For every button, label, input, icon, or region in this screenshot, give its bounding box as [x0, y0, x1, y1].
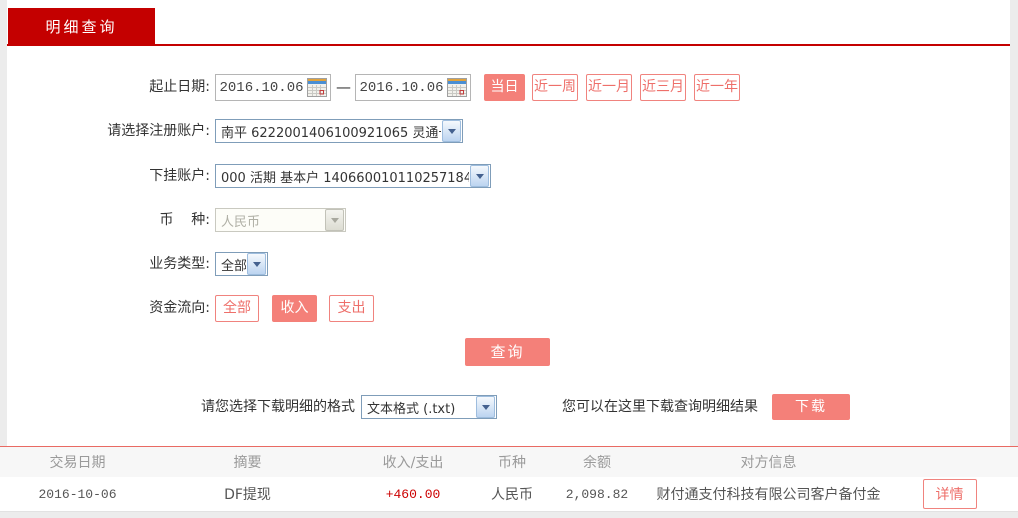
register-account-label: 请选择注册账户:	[0, 119, 210, 143]
sub-account-label: 下挂账户:	[0, 164, 210, 188]
tab-detail-query[interactable]: 明细查询	[8, 8, 155, 45]
header-balance: 余额	[538, 452, 656, 472]
header-currency: 币种	[486, 452, 538, 472]
quick-range-3months-button[interactable]: 近三月	[640, 74, 686, 101]
business-type-select[interactable]: 全部	[215, 252, 268, 276]
table-header: 交易日期 摘要 收入/支出 币种 余额 对方信息	[0, 446, 1018, 477]
end-date-input[interactable]: 2016.10.06	[355, 74, 471, 101]
register-account-row: 请选择注册账户: 南平 6222001406100921065 灵通卡	[0, 119, 1018, 143]
sub-account-row: 下挂账户: 000 活期 基本户 1406600101102571848	[0, 164, 1018, 188]
chevron-down-icon[interactable]	[470, 165, 489, 187]
currency-label: 币 种:	[0, 208, 210, 232]
header-trade-date: 交易日期	[0, 452, 155, 472]
quick-range-year-button[interactable]: 近一年	[694, 74, 740, 101]
header-summary: 摘要	[155, 452, 340, 472]
currency-select: 人民币	[215, 208, 346, 232]
download-button[interactable]: 下载	[772, 394, 850, 420]
download-format-label: 请您选择下载明细的格式	[0, 394, 355, 420]
detail-button[interactable]: 详情	[923, 479, 977, 509]
download-format-value: 文本格式 (.txt)	[362, 398, 475, 417]
download-row: 请您选择下载明细的格式 文本格式 (.txt) 您可以在这里下载查询明细结果 下…	[0, 394, 1018, 420]
calendar-icon[interactable]	[307, 78, 327, 97]
download-format-select[interactable]: 文本格式 (.txt)	[361, 395, 497, 419]
business-type-label: 业务类型:	[0, 252, 210, 276]
header-counterparty: 对方信息	[656, 452, 881, 472]
detail-query-page: 明细查询 起止日期: 2016.10.06 — 2016.10.06	[0, 0, 1018, 518]
fund-flow-expense-button[interactable]: 支出	[329, 295, 374, 322]
chevron-down-icon[interactable]	[476, 396, 495, 418]
chevron-down-icon[interactable]	[442, 120, 461, 142]
sub-account-value: 000 活期 基本户 1406600101102571848	[216, 167, 469, 186]
fund-flow-income-button[interactable]: 收入	[272, 295, 317, 322]
fund-flow-all-button[interactable]: 全部	[215, 295, 259, 322]
tab-underline	[7, 44, 1010, 46]
fund-flow-label: 资金流向:	[0, 295, 210, 322]
register-account-value: 南平 6222001406100921065 灵通卡	[216, 122, 441, 141]
currency-value: 人民币	[216, 211, 324, 230]
cell-currency: 人民币	[486, 484, 538, 504]
register-account-select[interactable]: 南平 6222001406100921065 灵通卡	[215, 119, 463, 143]
download-hint: 您可以在这里下载查询明细结果	[562, 394, 758, 420]
date-range-label: 起止日期:	[0, 74, 210, 101]
cell-action: 详情	[881, 479, 1018, 509]
table-row: 2016-10-06 DF提现 +460.00 人民币 2,098.82 财付通…	[0, 477, 1018, 512]
cell-amount: +460.00	[340, 487, 486, 502]
chevron-down-icon[interactable]	[247, 253, 266, 275]
end-date-value: 2016.10.06	[356, 80, 447, 96]
business-type-row: 业务类型: 全部	[0, 252, 1018, 276]
currency-row: 币 种: 人民币	[0, 208, 1018, 232]
tab-label: 明细查询	[45, 16, 117, 37]
quick-range-month-button[interactable]: 近一月	[586, 74, 632, 101]
calendar-icon[interactable]	[447, 78, 467, 97]
date-range-row: 起止日期: 2016.10.06 — 2016.10.06 当日 近	[0, 74, 1018, 101]
start-date-value: 2016.10.06	[216, 80, 307, 96]
query-button[interactable]: 查询	[465, 338, 550, 366]
date-separator: —	[336, 78, 351, 96]
cell-balance: 2,098.82	[538, 487, 656, 502]
header-income-expense: 收入/支出	[340, 452, 486, 472]
cell-counterparty: 财付通支付科技有限公司客户备付金	[656, 484, 881, 504]
cell-trade-date: 2016-10-06	[0, 487, 155, 502]
cell-summary: DF提现	[155, 484, 340, 504]
fund-flow-row: 资金流向: 全部 收入 支出	[0, 295, 1018, 322]
sub-account-select[interactable]: 000 活期 基本户 1406600101102571848	[215, 164, 491, 188]
start-date-input[interactable]: 2016.10.06	[215, 74, 331, 101]
quick-range-today-button[interactable]: 当日	[484, 74, 525, 101]
business-type-value: 全部	[216, 255, 246, 274]
quick-range-week-button[interactable]: 近一周	[532, 74, 578, 101]
chevron-down-icon	[325, 209, 344, 231]
